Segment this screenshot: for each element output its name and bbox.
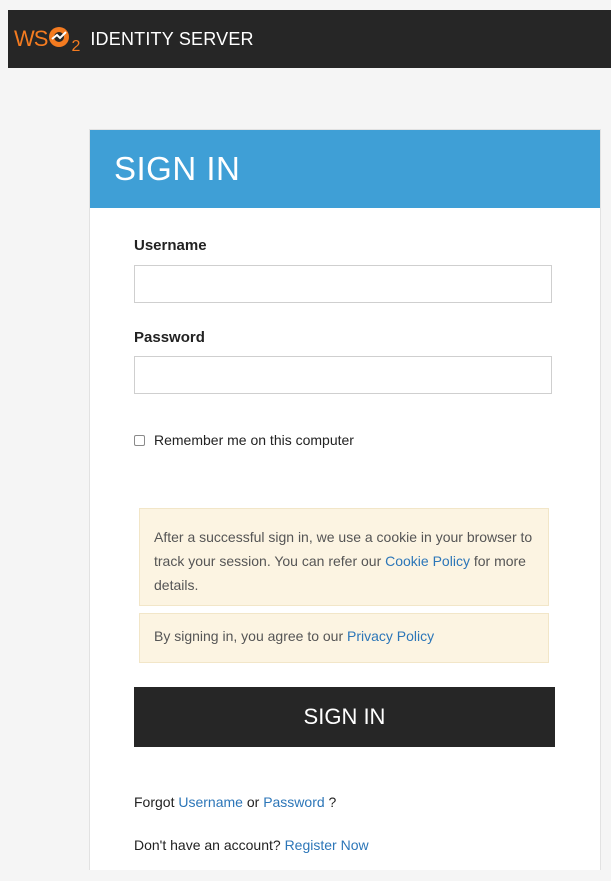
card-header: SIGN IN [90,130,600,208]
logo-2-text: 2 [71,38,81,55]
remember-me[interactable]: Remember me on this computer [134,432,354,448]
forgot-username-link[interactable]: Username [178,794,243,810]
signin-card: SIGN IN Username Password Remember me on… [89,129,601,870]
wso2-logo-icon [48,26,70,53]
register-prompt: Don't have an account? Register Now [134,837,369,853]
remember-me-label: Remember me on this computer [154,432,354,448]
forgot-password-link[interactable]: Password [263,794,324,810]
forgot-or: or [246,794,260,810]
username-label: Username [134,237,207,254]
register-now-link[interactable]: Register Now [285,837,369,853]
password-label: Password [134,329,205,346]
forgot-credentials: Forgot Username or Password ? [134,794,336,810]
privacy-notice: By signing in, you agree to our Privacy … [139,613,549,663]
register-prefix: Don't have an account? [134,837,281,853]
password-input[interactable] [134,356,552,394]
forgot-prefix: Forgot [134,794,175,810]
cookie-policy-link[interactable]: Cookie Policy [385,553,470,569]
username-input[interactable] [134,265,552,303]
page-title: SIGN IN [114,150,241,187]
top-navbar: WS 2 IDENTITY SERVER [8,10,611,68]
logo-ws-text: WS [14,26,48,51]
checkbox-icon[interactable] [134,434,145,446]
sign-in-button[interactable]: SIGN IN [134,687,555,747]
privacy-notice-text: By signing in, you agree to our [154,628,344,644]
wso2-logo[interactable]: WS 2 [14,26,81,55]
forgot-suffix: ? [328,794,337,810]
privacy-policy-link[interactable]: Privacy Policy [347,628,434,644]
cookie-notice: After a successful sign in, we use a coo… [139,508,549,606]
product-name: IDENTITY SERVER [90,28,254,49]
